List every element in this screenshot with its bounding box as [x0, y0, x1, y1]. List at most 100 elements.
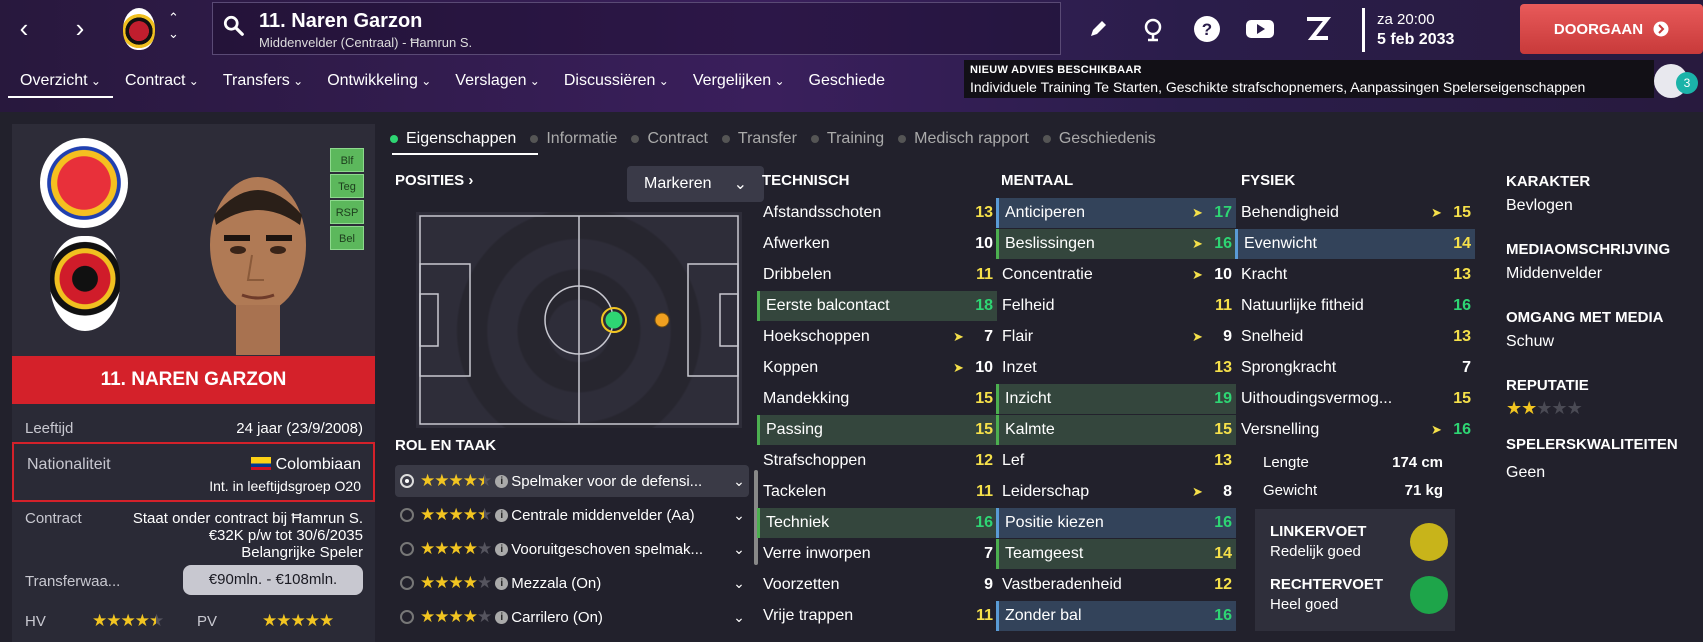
role-radio[interactable]: [400, 508, 414, 522]
attribute-technisch-row[interactable]: Passing 15: [757, 415, 997, 445]
role-badge-2[interactable]: RSP: [330, 200, 364, 224]
attribute-technisch-row[interactable]: Hoekschoppen ➤ 7: [757, 322, 997, 352]
mark-button[interactable]: Markeren ⌄: [627, 166, 764, 202]
attribute-name: Snelheid: [1241, 328, 1304, 345]
club-crest-large-icon[interactable]: [50, 236, 120, 331]
menu-item-4[interactable]: Verslagen ⌄: [443, 70, 552, 98]
menu-item-0[interactable]: Overzicht ⌄: [8, 70, 113, 98]
transfer-value-pill[interactable]: €90mln. - €108mln.: [183, 565, 363, 595]
attribute-technisch-row[interactable]: Techniek 16: [757, 508, 997, 538]
tab-6[interactable]: Geschiedenis: [1042, 126, 1170, 152]
attribute-fysiek-row[interactable]: Sprongkracht 7: [1235, 353, 1475, 383]
info-icon[interactable]: i: [495, 474, 509, 488]
info-icon[interactable]: i: [495, 576, 509, 590]
attribute-technisch-row[interactable]: Voorzetten 9: [757, 570, 997, 600]
edit-icon[interactable]: [1083, 14, 1113, 44]
advice-banner[interactable]: NIEUW ADVIES BESCHIKBAAR Individuele Tra…: [964, 60, 1654, 98]
attribute-mentaal-row[interactable]: Concentratie ➤ 10: [996, 260, 1236, 290]
attribute-fysiek-row[interactable]: Snelheid 13: [1235, 322, 1475, 352]
attribute-technisch-row[interactable]: Afwerken 10: [757, 229, 997, 259]
attribute-technisch-row[interactable]: Vrije trappen 11: [757, 601, 997, 631]
continue-button[interactable]: DOORGAAN: [1520, 4, 1703, 54]
attribute-mentaal-row[interactable]: Vastberadenheid 12: [996, 570, 1236, 600]
role-row[interactable]: ★★★★★ i Vooruitgeschoven spelmak... ⌄: [395, 533, 749, 565]
attribute-value: 13: [1453, 328, 1471, 345]
attribute-mentaal-row[interactable]: Lef 13: [996, 446, 1236, 476]
player-search-box[interactable]: 11. Naren Garzon Middenvelder (Centraal)…: [212, 2, 1061, 55]
attribute-technisch-row[interactable]: Verre inworpen 7: [757, 539, 997, 569]
attribute-fysiek-row[interactable]: Evenwicht 14: [1235, 229, 1475, 259]
tab-2[interactable]: Contract: [631, 126, 721, 152]
nationality-box[interactable]: Nationaliteit Colombiaan Int. in leeftij…: [12, 442, 375, 502]
role-badge-1[interactable]: Teg: [330, 174, 364, 198]
rising-arrow-icon: ➤: [953, 360, 964, 375]
positions-heading[interactable]: POSITIES ›: [395, 172, 473, 189]
info-icon[interactable]: i: [495, 610, 509, 624]
help-icon[interactable]: ?: [1192, 14, 1222, 44]
chevron-down-icon[interactable]: ⌄: [729, 507, 749, 524]
attribute-technisch-row[interactable]: Koppen ➤ 10: [757, 353, 997, 383]
role-radio[interactable]: [400, 474, 414, 488]
info-icon[interactable]: i: [495, 542, 509, 556]
menu-item-5[interactable]: Discussiëren ⌄: [552, 70, 681, 98]
tab-3[interactable]: Transfer: [721, 126, 811, 152]
menu-item-6[interactable]: Vergelijken ⌄: [681, 70, 797, 98]
chevron-down-icon[interactable]: ⌄: [729, 473, 749, 490]
attribute-mentaal-row[interactable]: Flair ➤ 9: [996, 322, 1236, 352]
role-row[interactable]: ★★★★★ i Centrale middenvelder (Aa) ⌄: [395, 499, 749, 531]
player-switch-icon[interactable]: ⌃ ⌄: [168, 10, 179, 42]
tab-0[interactable]: Eigenschappen: [390, 126, 530, 152]
attribute-technisch-row[interactable]: Afstandsschoten 13: [757, 198, 997, 228]
attribute-mentaal-row[interactable]: Teamgeest 14: [996, 539, 1236, 569]
z-logo-icon[interactable]: [1302, 14, 1332, 44]
role-radio[interactable]: [400, 576, 414, 590]
attribute-mentaal-row[interactable]: Positie kiezen 16: [996, 508, 1236, 538]
attribute-mentaal-row[interactable]: Inzicht 19: [996, 384, 1236, 414]
weight-value: 71 kg: [1404, 482, 1443, 499]
attribute-fysiek-row[interactable]: Versnelling ➤ 16: [1235, 415, 1475, 445]
attribute-mentaal-row[interactable]: Felheid 11: [996, 291, 1236, 321]
attribute-mentaal-row[interactable]: Kalmte 15: [996, 415, 1236, 445]
attribute-mentaal-row[interactable]: Zonder bal 16: [996, 601, 1236, 631]
menu-item-7[interactable]: Geschiede: [797, 70, 898, 98]
attribute-fysiek-row[interactable]: Uithoudingsvermog... 15: [1235, 384, 1475, 414]
attribute-mentaal-row[interactable]: Inzet 13: [996, 353, 1236, 383]
globe-icon[interactable]: [1138, 14, 1168, 44]
attribute-mentaal-row[interactable]: Anticiperen ➤ 17: [996, 198, 1236, 228]
menu-item-1[interactable]: Contract ⌄: [113, 70, 211, 98]
role-radio[interactable]: [400, 542, 414, 556]
attribute-fysiek-row[interactable]: Behendigheid ➤ 15: [1235, 198, 1475, 228]
menu-item-2[interactable]: Transfers ⌄: [211, 70, 315, 98]
tab-4[interactable]: Training: [810, 126, 898, 152]
role-row[interactable]: ★★★★★ i Carrilero (On) ⌄: [395, 601, 749, 633]
role-badge-0[interactable]: Blf: [330, 148, 364, 172]
back-arrow-icon[interactable]: ‹: [10, 14, 38, 42]
national-team-crest-icon[interactable]: [40, 138, 128, 228]
attribute-technisch-row[interactable]: Eerste balcontact 18: [757, 291, 997, 321]
attribute-fysiek-row[interactable]: Natuurlijke fitheid 16: [1235, 291, 1475, 321]
role-badge-3[interactable]: Bel: [330, 226, 364, 250]
attribute-mentaal-row[interactable]: Beslissingen ➤ 16: [996, 229, 1236, 259]
tab-5[interactable]: Medisch rapport: [898, 126, 1043, 152]
chevron-down-icon: ⌄: [771, 74, 785, 88]
attribute-technisch-row[interactable]: Strafschoppen 12: [757, 446, 997, 476]
chevron-down-icon[interactable]: ⌄: [729, 541, 749, 558]
attribute-technisch-row[interactable]: Mandekking 15: [757, 384, 997, 414]
club-crest-icon[interactable]: [123, 8, 155, 50]
role-radio[interactable]: [400, 610, 414, 624]
attribute-value: 12: [1214, 576, 1232, 593]
attribute-mentaal-row[interactable]: Leiderschap ➤ 8: [996, 477, 1236, 507]
role-row[interactable]: ★★★★★ i Mezzala (On) ⌄: [395, 567, 749, 599]
role-row[interactable]: ★★★★★ i Spelmaker voor de defensi... ⌄: [395, 465, 749, 497]
attribute-technisch-row[interactable]: Dribbelen 11: [757, 260, 997, 290]
attribute-technisch-row[interactable]: Tackelen 11: [757, 477, 997, 507]
chevron-down-icon[interactable]: ⌄: [729, 609, 749, 626]
tab-1[interactable]: Informatie: [530, 126, 631, 152]
chevron-down-icon[interactable]: ⌄: [729, 575, 749, 592]
attribute-fysiek-row[interactable]: Kracht 13: [1235, 260, 1475, 290]
video-icon[interactable]: [1245, 14, 1275, 44]
forward-arrow-icon[interactable]: ›: [66, 14, 94, 42]
tab-dot-icon: [390, 135, 398, 143]
info-icon[interactable]: i: [495, 508, 509, 522]
menu-item-3[interactable]: Ontwikkeling ⌄: [315, 70, 443, 98]
